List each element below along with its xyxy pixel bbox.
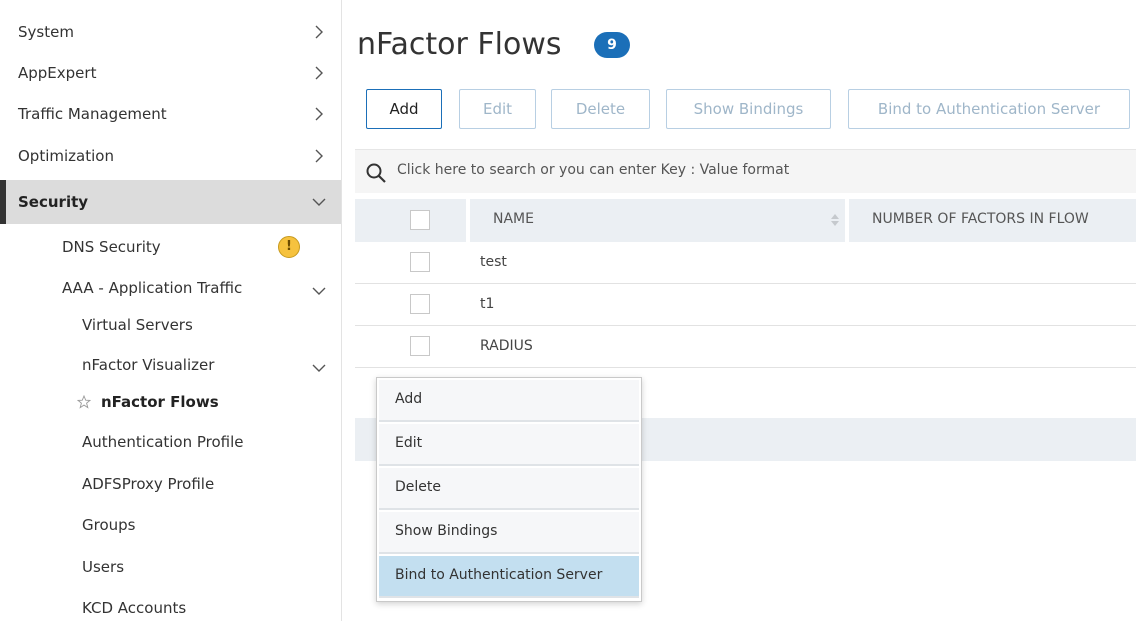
sidebar-item-authentication-profile[interactable]: Authentication Profile [0,427,341,457]
delete-button[interactable]: Delete [551,89,650,129]
edit-button[interactable]: Edit [459,89,536,129]
sidebar-item-label: DNS Security [62,238,161,256]
menu-item-show-bindings[interactable]: Show Bindings [379,512,639,554]
star-icon[interactable] [77,395,91,409]
sidebar-item-virtual-servers[interactable]: Virtual Servers [0,310,341,340]
sidebar-item-traffic-management[interactable]: Traffic Management [0,98,341,130]
page-title: nFactor Flows [357,27,562,62]
menu-item-add[interactable]: Add [379,380,639,422]
sidebar-item-kcd-accounts[interactable]: KCD Accounts [0,593,341,621]
table-row[interactable]: t1 [355,284,1136,326]
column-header-label: NUMBER OF FACTORS IN FLOW [872,211,1089,227]
column-header-factors[interactable]: NUMBER OF FACTORS IN FLOW [849,199,1136,242]
sidebar-item-groups[interactable]: Groups [0,510,341,540]
sidebar-item-appexpert[interactable]: AppExpert [0,57,341,89]
sidebar-item-security[interactable]: Security [0,180,341,224]
sidebar-item-system[interactable]: System [0,16,341,48]
menu-item-label: Edit [395,435,423,451]
warning-icon: ! [278,236,300,258]
row-name: RADIUS [480,338,533,354]
chevron-down-icon [312,195,326,209]
row-checkbox[interactable] [410,336,430,356]
chevron-right-icon [312,66,326,80]
select-all-checkbox[interactable] [410,210,430,230]
sidebar-item-label: nFactor Visualizer [82,356,215,374]
count-badge: 9 [594,32,630,58]
menu-item-label: Bind to Authentication Server [395,567,603,583]
chevron-right-icon [312,107,326,121]
sidebar-item-nfactor-visualizer[interactable]: nFactor Visualizer [0,350,341,380]
chevron-right-icon [312,149,326,163]
sidebar-item-nfactor-flows[interactable]: nFactor Flows [0,387,341,417]
sidebar-item-label: AAA - Application Traffic [62,279,243,297]
sidebar-item-label: System [18,23,74,41]
chevron-down-icon [312,361,326,375]
bind-authentication-server-button[interactable]: Bind to Authentication Server [848,89,1130,129]
menu-item-delete[interactable]: Delete [379,468,639,510]
sidebar-item-label: Virtual Servers [82,316,193,334]
search-bar[interactable]: Click here to search or you can enter Ke… [355,149,1136,193]
sidebar-item-label: Optimization [18,147,114,165]
table-row[interactable]: test [355,242,1136,284]
menu-item-label: Add [395,391,423,407]
sidebar-item-users[interactable]: Users [0,552,341,582]
sidebar: System AppExpert Traffic Management Opti… [0,0,342,621]
sidebar-item-aaa-application-traffic[interactable]: AAA - Application Traffic [0,273,341,303]
sidebar-item-label: ADFSProxy Profile [82,475,215,493]
row-checkbox[interactable] [410,294,430,314]
select-all-cell [355,199,466,242]
search-input[interactable]: Click here to search or you can enter Ke… [397,162,789,178]
sort-icon[interactable] [830,213,840,227]
menu-item-label: Show Bindings [395,523,498,539]
context-menu: Add Edit Delete Show Bindings Bind to Au… [376,377,642,602]
sidebar-item-label: Authentication Profile [82,433,244,451]
column-header-label: NAME [493,211,534,227]
sidebar-item-optimization[interactable]: Optimization [0,140,341,172]
chevron-down-icon [312,284,326,298]
sidebar-item-label: Groups [82,516,136,534]
row-name: t1 [480,296,495,312]
menu-item-edit[interactable]: Edit [379,424,639,466]
sidebar-item-label: Users [82,558,125,576]
sidebar-item-dns-security[interactable]: DNS Security ! [0,232,341,262]
chevron-right-icon [312,25,326,39]
sidebar-item-label: AppExpert [18,64,97,82]
row-checkbox[interactable] [410,252,430,272]
table-row[interactable]: RADIUS [355,326,1136,368]
sidebar-item-label: KCD Accounts [82,599,187,617]
search-icon [365,162,387,184]
sidebar-item-label: nFactor Flows [101,393,219,411]
menu-item-label: Delete [395,479,441,495]
menu-item-bind-authentication-server[interactable]: Bind to Authentication Server [379,556,639,598]
table-header: NAME NUMBER OF FACTORS IN FLOW [355,199,1136,242]
sidebar-item-adfsproxy-profile[interactable]: ADFSProxy Profile [0,469,341,499]
add-button[interactable]: Add [366,89,442,129]
show-bindings-button[interactable]: Show Bindings [666,89,831,129]
sidebar-item-label: Traffic Management [18,105,167,123]
row-name: test [480,254,507,270]
sidebar-item-label: Security [18,193,89,211]
column-header-name[interactable]: NAME [470,199,845,242]
